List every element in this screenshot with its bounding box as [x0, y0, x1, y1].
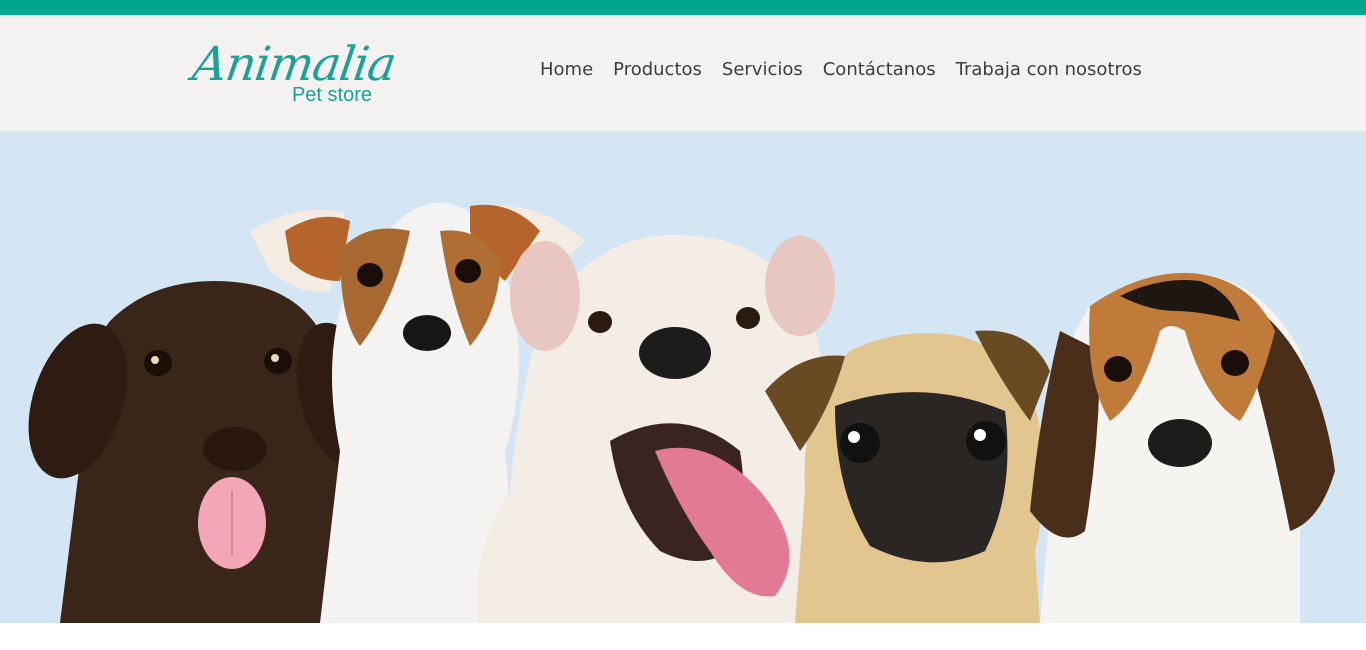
- top-accent-bar: [0, 0, 1366, 15]
- hero-banner: [0, 131, 1366, 623]
- nav-servicios[interactable]: Servicios: [722, 59, 803, 80]
- pug-puppy: [765, 330, 1050, 623]
- brand-subtitle: Pet store: [291, 84, 372, 106]
- site-header: Animalia Pet store Home Productos Servic…: [0, 15, 1366, 131]
- brand-logo[interactable]: Animalia Pet store: [189, 35, 399, 125]
- nav-contactanos[interactable]: Contáctanos: [823, 59, 936, 80]
- bulldog-puppy: [476, 234, 835, 623]
- nav-trabaja[interactable]: Trabaja con nosotros: [956, 59, 1142, 80]
- puppies-hero-image: [0, 131, 1366, 623]
- page-footer-space: [0, 623, 1366, 650]
- nav-productos[interactable]: Productos: [613, 59, 702, 80]
- main-navigation: Home Productos Servicios Contáctanos Tra…: [540, 59, 1142, 80]
- nav-home[interactable]: Home: [540, 59, 593, 80]
